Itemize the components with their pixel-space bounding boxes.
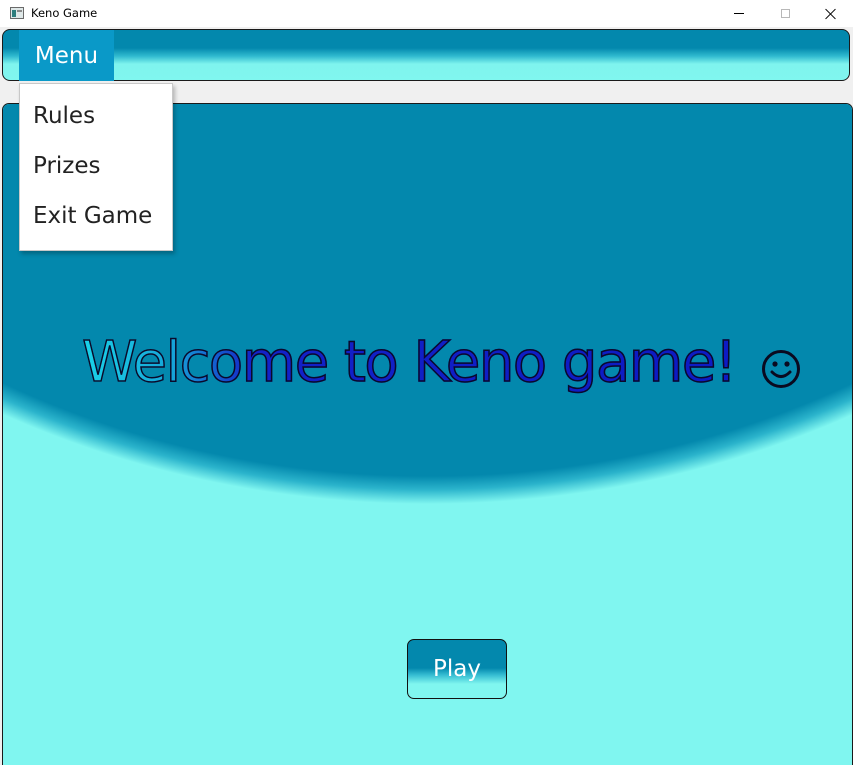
welcome-heading: Welcome to Keno game! [81,329,738,396]
maximize-button[interactable] [762,0,808,27]
close-icon [824,8,836,20]
keno-game-window: Keno Game Welcome to Keno game! Play Men… [0,0,853,765]
menu-button[interactable]: Menu [19,30,114,81]
maximize-icon [780,9,790,18]
close-button[interactable] [807,0,853,27]
title-bar: Keno Game [0,0,853,27]
menu-item-prizes[interactable]: Prizes [33,153,101,179]
smiley-face-icon [762,350,800,388]
menu-bar [2,29,850,81]
menu-item-rules[interactable]: Rules [33,103,95,129]
minimize-button[interactable] [716,0,762,27]
minimize-icon [734,13,744,14]
play-button[interactable]: Play [407,639,507,699]
app-window-icon [10,7,24,19]
menu-item-exit-game[interactable]: Exit Game [33,203,152,229]
window-title: Keno Game [31,6,98,20]
menu-dropdown: Rules Prizes Exit Game [19,83,173,251]
